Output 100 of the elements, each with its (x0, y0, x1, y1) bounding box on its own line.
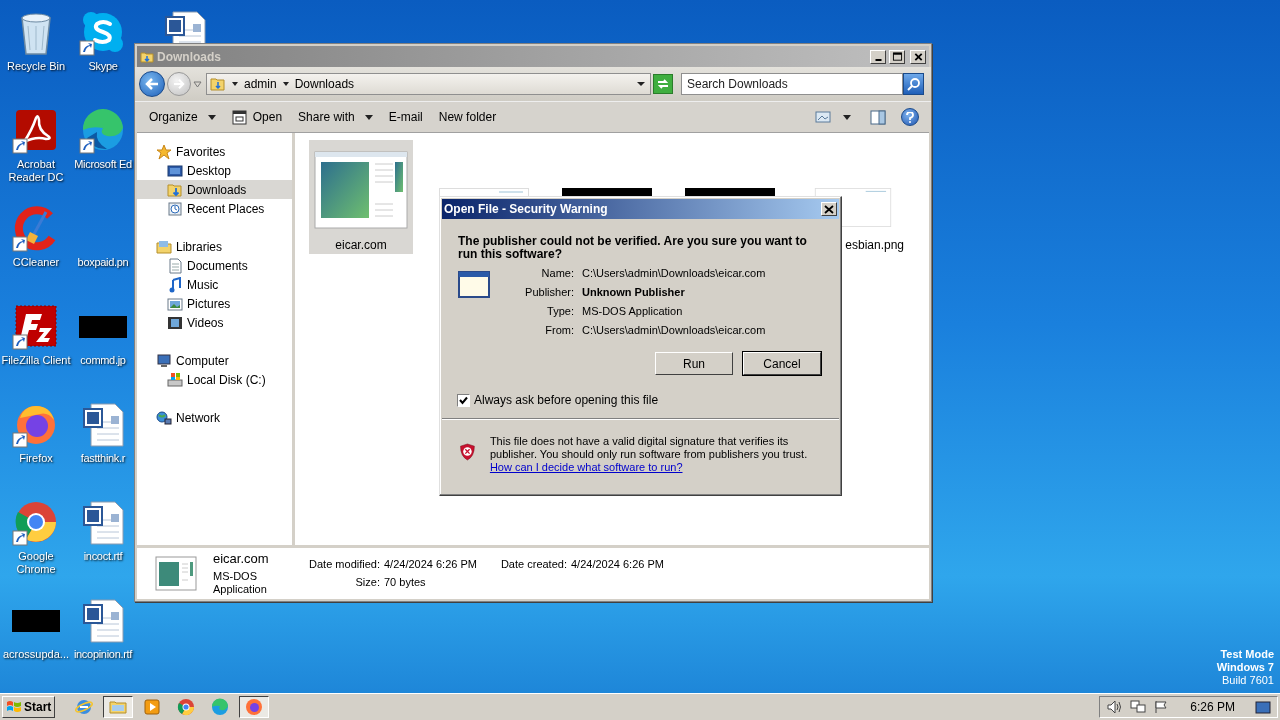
maximize-button[interactable] (889, 49, 905, 64)
nav-item[interactable]: Computer (137, 351, 292, 370)
refresh-icon (656, 78, 670, 90)
disk-icon (167, 371, 183, 388)
caret-icon (843, 114, 851, 120)
dropdown-arrow-icon (637, 81, 645, 87)
show-desktop-icon (1255, 700, 1271, 714)
breadcrumb-item[interactable]: admin (244, 75, 277, 93)
music-note-icon (167, 276, 183, 293)
checkbox-label[interactable]: Always ask before opening this file (474, 391, 659, 409)
icon-label[interactable]: Recycle Bin (0, 60, 73, 73)
field-label: Name: (540, 267, 574, 280)
history-dropdown-icon (193, 80, 202, 88)
folder-icon (210, 76, 226, 92)
clock[interactable]: 6:26 PM (1190, 698, 1235, 716)
nav-item[interactable]: Favorites (137, 142, 292, 161)
taskbar-button[interactable] (239, 696, 270, 718)
field-value: 70 bytes (384, 576, 426, 589)
network-icon (1130, 700, 1147, 714)
nav-item[interactable]: Pictures (137, 294, 292, 313)
view-icon (815, 110, 831, 124)
nav-item[interactable]: Documents (137, 256, 292, 275)
icon-label[interactable]: boxpaid.pn (77, 256, 129, 269)
monitor-icon (167, 162, 183, 179)
nav-item[interactable]: Videos (137, 313, 292, 332)
firefox-icon (245, 698, 264, 716)
file-name: eicar.com (213, 551, 270, 566)
chrome-icon (177, 698, 196, 716)
refresh-button[interactable] (653, 74, 673, 94)
field-value: 4/24/2024 6:26 PM (384, 558, 477, 571)
clock-icon (167, 200, 183, 217)
close-button[interactable] (821, 202, 837, 216)
search-icon (906, 77, 921, 91)
search-field[interactable]: Search Downloads (681, 73, 903, 95)
toolbar-button[interactable]: Organize (143, 105, 222, 129)
breadcrumb-item[interactable]: Downloads (294, 75, 355, 93)
minimize-button[interactable] (870, 49, 886, 64)
icon-label[interactable]: CCleaner (0, 256, 73, 269)
toolbar-button[interactable]: Open (225, 105, 289, 129)
star-icon (156, 143, 172, 160)
file-item[interactable]: eicar.com (309, 140, 413, 254)
start-button[interactable]: Start (2, 696, 56, 718)
browser-e-icon (75, 698, 94, 716)
icon-label[interactable]: Acrobat Reader DC (0, 158, 73, 184)
help-link[interactable]: How can I decide what software to run? (489, 461, 683, 474)
nav-item[interactable]: Desktop (137, 161, 292, 180)
dialog-button[interactable]: Run (655, 352, 733, 375)
minimize-icon (874, 58, 882, 61)
dialog-heading: The publisher could not be verified. Are you sure you want to run this software? (458, 235, 808, 261)
nav-item[interactable]: Music (137, 275, 292, 294)
globe-icon (156, 409, 172, 426)
os-notice-text: Test Mode (1220, 648, 1274, 661)
media-player-icon (143, 698, 162, 716)
field-value: 4/24/2024 6:26 PM (570, 558, 664, 571)
application-icon (155, 556, 197, 591)
picture-icon (167, 295, 183, 312)
film-icon (167, 314, 183, 331)
toolbar-button[interactable]: Share with (292, 105, 379, 129)
os-notice-text: Build 7601 (1222, 674, 1274, 687)
icon-label[interactable]: FileZilla Client (0, 354, 73, 367)
maximize-icon (891, 51, 903, 62)
window-title: Downloads (157, 48, 221, 66)
folder-icon (167, 181, 183, 198)
nav-item[interactable]: Local Disk (C:) (137, 370, 292, 389)
preview-pane-icon (870, 109, 886, 125)
caret-icon (364, 114, 373, 120)
nav-item[interactable]: Network (137, 408, 292, 427)
address-bar[interactable]: admin Downloads (206, 73, 651, 95)
back-button[interactable] (139, 71, 165, 97)
forward-arrow-icon (173, 79, 185, 89)
search-button[interactable] (903, 73, 924, 95)
field-label: Date modified: (308, 558, 380, 571)
field-value: Unknown Publisher (582, 286, 686, 299)
preview-pane-button[interactable] (869, 108, 887, 126)
help-button[interactable] (901, 108, 919, 126)
file-name: eicar.com (335, 237, 387, 254)
toolbar-button[interactable]: E-mail (382, 105, 429, 129)
flag-icon (1154, 700, 1169, 714)
nav-item[interactable]: Downloads (137, 180, 292, 199)
toolbar-button[interactable]: New folder (432, 105, 503, 129)
nav-item[interactable]: Recent Places (137, 199, 292, 218)
back-arrow-icon (145, 78, 159, 90)
library-icon (156, 238, 172, 255)
folder-icon (140, 49, 154, 64)
taskbar-button[interactable] (103, 696, 134, 718)
field-label: Date created: (499, 558, 567, 571)
field-value: C:\Users\admin\Downloads\eicar.com (582, 324, 766, 337)
dialog-button[interactable]: Cancel (743, 352, 821, 375)
field-value: C:\Users\admin\Downloads\eicar.com (582, 267, 766, 280)
file-type: MS-DOS Application (213, 570, 268, 596)
field-label: Size: (354, 576, 380, 589)
nav-item[interactable]: Libraries (137, 237, 292, 256)
icon-label[interactable]: Microsoft Ed (74, 158, 132, 171)
close-button[interactable] (910, 49, 926, 64)
icon-label[interactable]: commd.jp (80, 354, 126, 367)
help-icon (906, 111, 914, 123)
icon-label[interactable]: Skype (88, 60, 118, 73)
window-icon (458, 271, 490, 298)
speaker-icon (1106, 700, 1123, 714)
checkbox[interactable] (457, 393, 470, 407)
